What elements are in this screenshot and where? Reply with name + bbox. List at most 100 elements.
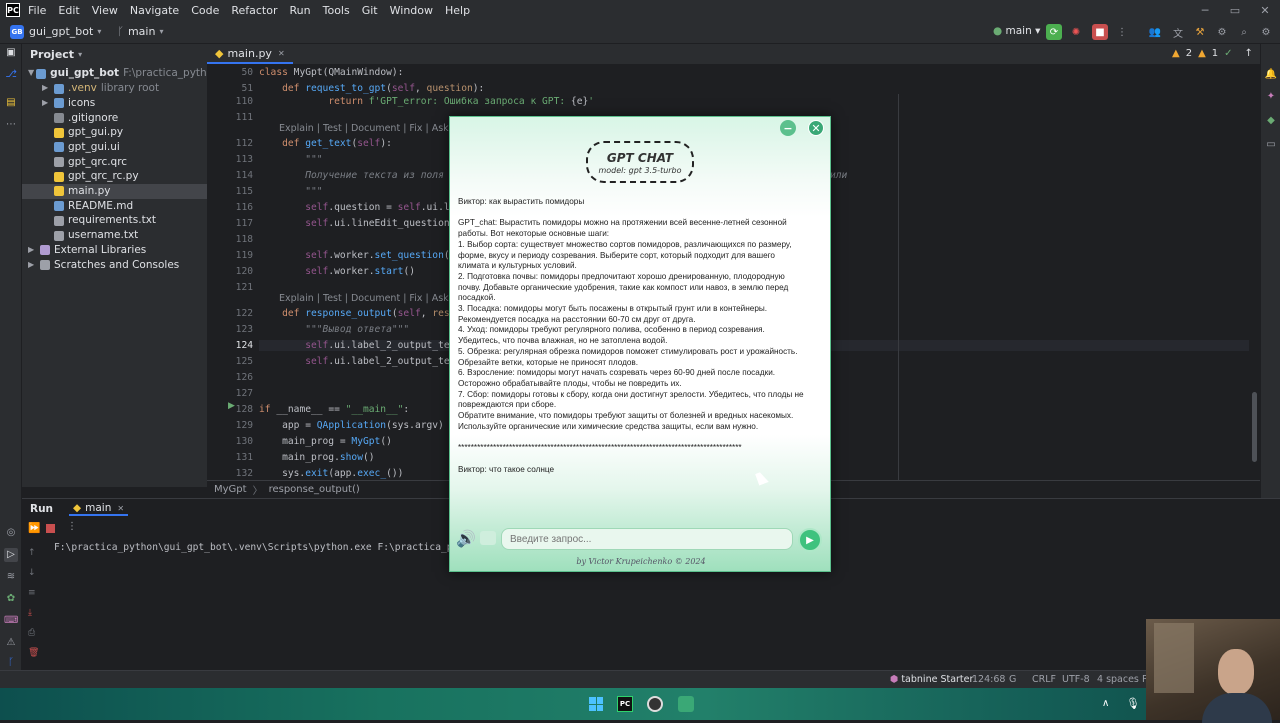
code-line[interactable]: self.worker.start() — [259, 266, 415, 277]
code-line[interactable]: def get_text(self): — [259, 138, 392, 149]
code-line[interactable]: def request_to_gpt(self, question): — [259, 83, 484, 94]
tree-item[interactable]: ▶ icons — [22, 96, 207, 111]
settings-icon[interactable]: ⚙ — [1214, 24, 1230, 40]
tree-item[interactable]: requirements.txt — [22, 213, 207, 228]
code-line[interactable]: main_prog.show() — [259, 452, 374, 463]
scroll-up-icon[interactable]: ↑ — [28, 543, 39, 563]
chevron-right-icon[interactable]: ▶ — [42, 96, 52, 111]
code-line[interactable]: Получение текста из поля вво — [259, 170, 467, 181]
chevron-right-icon[interactable]: ▶ — [28, 258, 38, 273]
chevron-right-icon[interactable]: ▶ — [42, 81, 52, 96]
run-config-selector[interactable]: ● main ▾ — [993, 25, 1040, 37]
tree-item[interactable]: gpt_qrc_rc.py — [22, 169, 207, 184]
code-line[interactable]: self.worker.set_question(se — [259, 250, 461, 261]
menu-item-view[interactable]: View — [92, 4, 118, 17]
ai-assistant-icon[interactable]: ✦ — [1264, 90, 1278, 104]
code-line[interactable]: """ — [259, 154, 322, 165]
project-tool-icon[interactable]: ▣ — [4, 46, 18, 60]
windows-start-icon[interactable] — [589, 697, 603, 711]
minimize-button[interactable]: − — [780, 120, 796, 136]
python-app-taskbar-icon[interactable] — [678, 696, 694, 712]
notifications-icon[interactable]: 🔔 — [1264, 68, 1278, 82]
code-line[interactable]: self.ui.lineEdit_question.cl — [259, 218, 467, 229]
arrow-up-icon[interactable]: ↑ — [1245, 48, 1253, 59]
build-icon[interactable]: ⚒ — [1192, 24, 1208, 40]
tree-item[interactable]: ▶ .venv library root — [22, 81, 207, 96]
menu-item-tools[interactable]: Tools — [323, 4, 350, 17]
codelens-hint[interactable]: Explain | Test | Document | Fix | Ask — [279, 123, 449, 134]
obs-taskbar-icon[interactable] — [647, 696, 663, 712]
code-line[interactable]: return f'GPT_error: Ошибка запроса к GPT… — [259, 96, 594, 107]
tree-item[interactable]: ▶ External Libraries — [22, 243, 207, 258]
code-line[interactable]: self.ui.label_2_output_text — [259, 356, 461, 367]
code-line[interactable]: class MyGpt(QMainWindow): — [259, 67, 403, 78]
stop-icon[interactable]: ■ — [1092, 24, 1108, 40]
tree-item[interactable]: main.py — [22, 183, 207, 199]
breadcrumb-class[interactable]: MyGpt — [214, 484, 247, 495]
menu-item-git[interactable]: Git — [362, 4, 378, 17]
caret-position[interactable]: 124:68 — [972, 674, 1005, 685]
menu-item-window[interactable]: Window — [390, 4, 433, 17]
codelens-hint[interactable]: Explain | Test | Document | Fix | Ask — [279, 293, 449, 304]
rerun-icon[interactable]: ⟳ — [1046, 24, 1062, 40]
pycharm-taskbar-icon[interactable]: PC — [617, 696, 633, 712]
menu-item-help[interactable]: Help — [445, 4, 470, 17]
menu-item-run[interactable]: Run — [290, 4, 311, 17]
database-icon[interactable]: ▭ — [1264, 138, 1278, 152]
line-separator[interactable]: CRLF — [1032, 674, 1056, 685]
code-line[interactable]: app = QApplication(sys.argv) — [259, 420, 444, 431]
layers-icon[interactable]: ≋ — [4, 570, 18, 584]
editor-scrollbar[interactable] — [1252, 392, 1257, 462]
code-line[interactable]: """Вывод ответа""" — [259, 324, 409, 335]
menu-item-navigate[interactable]: Navigate — [130, 4, 179, 17]
scroll-end-icon[interactable]: ⤓ — [28, 603, 39, 623]
query-input[interactable] — [501, 528, 793, 550]
commit-tool-icon[interactable]: ⎇ — [4, 68, 18, 82]
maximize-window-icon[interactable]: ▭ — [1218, 0, 1252, 20]
close-icon[interactable]: ✕ — [117, 504, 124, 513]
python-packages-icon[interactable]: ◎ — [4, 526, 18, 540]
project-badge[interactable]: GB — [10, 24, 24, 39]
indent-setting[interactable]: 4 spaces — [1097, 674, 1139, 685]
code-line[interactable]: sys.exit(app.exec_()) — [259, 468, 403, 479]
microphone-icon[interactable]: 🎙 — [1126, 697, 1140, 710]
mic-icon[interactable] — [480, 531, 496, 545]
code-line[interactable]: def response_output(self, respon — [259, 308, 467, 319]
send-button[interactable]: ▶ — [798, 528, 822, 552]
more-icon[interactable]: ⋮ — [1114, 24, 1130, 40]
menu-item-refactor[interactable]: Refactor — [231, 4, 277, 17]
minimize-window-icon[interactable]: ─ — [1188, 0, 1222, 20]
code-line[interactable]: self.question = self.ui.line — [259, 202, 467, 213]
menu-item-edit[interactable]: Edit — [58, 4, 79, 17]
tabnine-status[interactable]: ⬢ tabnine Starter — [890, 674, 973, 685]
more-tools-icon[interactable]: ⋯ — [4, 118, 18, 132]
terminal-icon[interactable]: ⌨ — [4, 614, 18, 628]
search-icon[interactable]: ⌕ — [1236, 24, 1252, 40]
menu-item-code[interactable]: Code — [191, 4, 219, 17]
project-panel-header[interactable]: Project ▾ — [22, 44, 207, 64]
code-line[interactable]: if __name__ == "__main__": — [259, 404, 409, 415]
soft-wrap-icon[interactable]: ≡ — [28, 583, 39, 603]
structure-tool-icon[interactable]: ▤ — [4, 96, 18, 110]
tree-item[interactable]: README.md — [22, 199, 207, 214]
close-icon[interactable]: ✕ — [278, 49, 285, 58]
speaker-icon[interactable]: 🔊 — [456, 529, 476, 548]
rerun-icon[interactable]: ⏩ — [28, 523, 40, 534]
code-line[interactable]: main_prog = MyGpt() — [259, 436, 392, 447]
project-name[interactable]: gui_gpt_bot — [29, 25, 93, 38]
stop-icon[interactable] — [46, 524, 55, 533]
print-icon[interactable]: ⎙ — [28, 623, 39, 643]
tree-item[interactable]: gpt_gui.ui — [22, 140, 207, 155]
code-with-me-icon[interactable]: 👥 — [1147, 24, 1163, 40]
gear-icon[interactable]: ⚙ — [1258, 24, 1274, 40]
chevron-right-icon[interactable]: ▶ — [28, 243, 38, 258]
services-icon[interactable]: ✿ — [4, 592, 18, 606]
trash-icon[interactable]: 🗑 — [28, 643, 39, 663]
console-output[interactable]: F:\practica_python\gui_gpt_bot\.venv\Scr… — [54, 542, 481, 553]
debug-icon[interactable]: ✺ — [1068, 24, 1084, 40]
file-encoding[interactable]: UTF-8 — [1062, 674, 1090, 685]
problems-icon[interactable]: ⚠ — [4, 636, 18, 650]
close-window-icon[interactable]: ✕ — [1248, 0, 1280, 20]
tree-item[interactable]: username.txt — [22, 228, 207, 243]
run-tool-icon[interactable]: ▷ — [4, 548, 18, 562]
